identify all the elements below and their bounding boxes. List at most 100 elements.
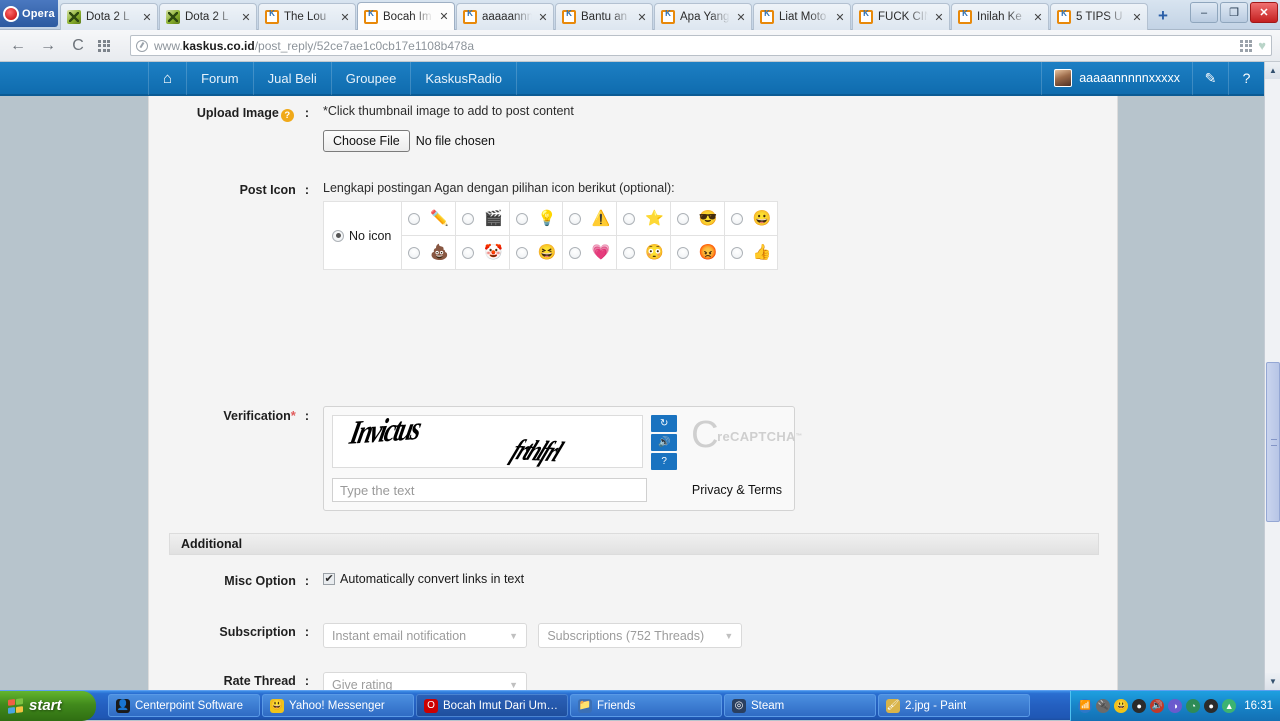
- lightbulb-icon[interactable]: 💡: [538, 211, 557, 226]
- post-icon-radio[interactable]: [623, 213, 635, 225]
- browser-tab[interactable]: 5 TIPS U✕: [1050, 3, 1148, 30]
- post-icon-cell[interactable]: 💩: [402, 236, 456, 270]
- usb-icon[interactable]: 🔌: [1096, 699, 1110, 713]
- post-icon-radio[interactable]: [677, 247, 689, 259]
- post-icon-radio[interactable]: [462, 213, 474, 225]
- post-icon-radio[interactable]: [462, 247, 474, 259]
- browser-tab[interactable]: aaaaannn✕: [456, 3, 554, 30]
- tab-close-icon[interactable]: ✕: [636, 11, 648, 24]
- browser-tab[interactable]: Liat Moto✕: [753, 3, 851, 30]
- post-icon-cell[interactable]: 🤡: [456, 236, 510, 270]
- post-icon-radio[interactable]: [516, 247, 528, 259]
- help-question-icon[interactable]: ?: [1228, 62, 1264, 95]
- choose-file-button[interactable]: Choose File: [323, 130, 410, 152]
- triangle-icon[interactable]: ▲: [1222, 699, 1236, 713]
- page-scrollbar[interactable]: ▲ ▼: [1264, 62, 1280, 690]
- tab-close-icon[interactable]: ✕: [438, 10, 450, 23]
- maximize-button[interactable]: ❐: [1220, 2, 1248, 23]
- bookmark-heart-icon[interactable]: ♥: [1258, 38, 1266, 53]
- clapperboard-icon[interactable]: 🎬: [484, 211, 503, 226]
- browser-tab[interactable]: Inilah Ke✕: [951, 3, 1049, 30]
- forward-icon[interactable]: →: [38, 38, 58, 54]
- captcha-audio-icon[interactable]: 🔊: [651, 434, 677, 451]
- apps-grid-icon[interactable]: [98, 40, 118, 52]
- thumbs-up-icon[interactable]: 👍: [753, 245, 772, 260]
- give-rating-select[interactable]: Give rating ▼: [323, 672, 527, 690]
- taskbar-item[interactable]: 🖌2.jpg - Paint: [878, 694, 1030, 717]
- email-notification-select[interactable]: Instant email notification ▼: [323, 623, 527, 648]
- smiley-face-icon[interactable]: 😀: [753, 211, 772, 226]
- post-icon-cell[interactable]: 🎬: [456, 202, 510, 236]
- taskbar-item[interactable]: 📁Friends: [570, 694, 722, 717]
- post-icon-cell[interactable]: ✏️: [402, 202, 456, 236]
- post-icon-cell[interactable]: ⭐: [617, 202, 671, 236]
- post-icon-cell[interactable]: 💡: [509, 202, 563, 236]
- post-icon-cell[interactable]: 😳: [617, 236, 671, 270]
- taskbar-item[interactable]: 👤Centerpoint Software: [108, 694, 260, 717]
- reload-icon[interactable]: C: [68, 38, 88, 54]
- post-icon-radio[interactable]: [569, 247, 581, 259]
- post-icon-radio[interactable]: [569, 213, 581, 225]
- no-icon-cell[interactable]: No icon: [324, 202, 402, 270]
- tab-close-icon[interactable]: ✕: [834, 11, 846, 24]
- privacy-terms-link[interactable]: Privacy & Terms: [692, 483, 786, 497]
- no-icon-radio[interactable]: [332, 230, 344, 242]
- angry-face-icon[interactable]: 😡: [699, 245, 718, 260]
- post-icon-radio[interactable]: [516, 213, 528, 225]
- post-icon-radio[interactable]: [408, 247, 420, 259]
- new-tab-button[interactable]: +: [1153, 7, 1173, 25]
- star-icon[interactable]: ⭐: [645, 211, 664, 226]
- nav-item-kaskusradio[interactable]: KaskusRadio: [411, 62, 517, 95]
- subscriptions-select[interactable]: Subscriptions (752 Threads) ▼: [538, 623, 742, 648]
- sunglasses-face-icon[interactable]: 😎: [699, 211, 718, 226]
- page-info-icon[interactable]: [136, 40, 148, 52]
- post-icon-cell[interactable]: 😡: [670, 236, 724, 270]
- user-icon[interactable]: ●: [1204, 699, 1218, 713]
- tab-close-icon[interactable]: ✕: [141, 11, 153, 24]
- tab-close-icon[interactable]: ✕: [339, 11, 351, 24]
- tab-close-icon[interactable]: ✕: [1032, 11, 1044, 24]
- start-button[interactable]: start: [0, 691, 96, 721]
- compose-pencil-icon[interactable]: ✎: [1192, 62, 1228, 95]
- browser-tab[interactable]: Bocah Im✕: [357, 2, 455, 30]
- browser-tab[interactable]: Apa Yang✕: [654, 3, 752, 30]
- nav-item-groupee[interactable]: Groupee: [332, 62, 412, 95]
- post-icon-cell[interactable]: 😎: [670, 202, 724, 236]
- tab-close-icon[interactable]: ✕: [537, 11, 549, 24]
- extensions-grid-icon[interactable]: [1240, 40, 1252, 52]
- convert-links-checkbox[interactable]: [323, 573, 335, 585]
- browser-tab[interactable]: The Lou✕: [258, 3, 356, 30]
- tab-close-icon[interactable]: ✕: [240, 11, 252, 24]
- clown-face-icon[interactable]: 🤡: [484, 245, 503, 260]
- avatar-icon[interactable]: ●: [1132, 699, 1146, 713]
- pencil-icon[interactable]: ✏️: [430, 211, 449, 226]
- minimize-button[interactable]: –: [1190, 2, 1218, 23]
- messenger-icon[interactable]: 😃: [1114, 699, 1128, 713]
- tab-close-icon[interactable]: ✕: [735, 11, 747, 24]
- warning-icon[interactable]: ⚠️: [591, 211, 610, 226]
- user-menu[interactable]: aaaaannnnnxxxxx: [1041, 62, 1192, 95]
- scrollbar-thumb[interactable]: [1266, 362, 1280, 522]
- nav-item-forum[interactable]: Forum: [187, 62, 254, 95]
- browser-tab[interactable]: Bantu an✕: [555, 3, 653, 30]
- post-icon-cell[interactable]: 😀: [724, 202, 778, 236]
- taskbar-item[interactable]: OBocah Imut Dari Umur...: [416, 694, 568, 717]
- nav-item-jual-beli[interactable]: Jual Beli: [254, 62, 332, 95]
- post-icon-radio[interactable]: [677, 213, 689, 225]
- laughing-face-icon[interactable]: 😆: [538, 245, 557, 260]
- blue-face-icon[interactable]: 😳: [645, 245, 664, 260]
- post-icon-radio[interactable]: [408, 213, 420, 225]
- post-icon-radio[interactable]: [731, 213, 743, 225]
- browser-tab[interactable]: Dota 2 L✕: [60, 3, 158, 30]
- post-icon-radio[interactable]: [623, 247, 635, 259]
- heart-icon[interactable]: 💗: [591, 245, 610, 260]
- opera-menu-button[interactable]: Opera: [0, 0, 58, 27]
- browser-tab[interactable]: FUCK CIN✕: [852, 3, 950, 30]
- tab-close-icon[interactable]: ✕: [1131, 11, 1143, 24]
- post-icon-radio[interactable]: [731, 247, 743, 259]
- volume-icon[interactable]: 🔊: [1150, 699, 1164, 713]
- address-bar[interactable]: www.kaskus.co.id/post_reply/52ce7ae1c0cb…: [130, 35, 1272, 56]
- taskbar-item[interactable]: ◎Steam: [724, 694, 876, 717]
- tab-close-icon[interactable]: ✕: [933, 11, 945, 24]
- nav-home-icon[interactable]: ⌂: [148, 62, 187, 95]
